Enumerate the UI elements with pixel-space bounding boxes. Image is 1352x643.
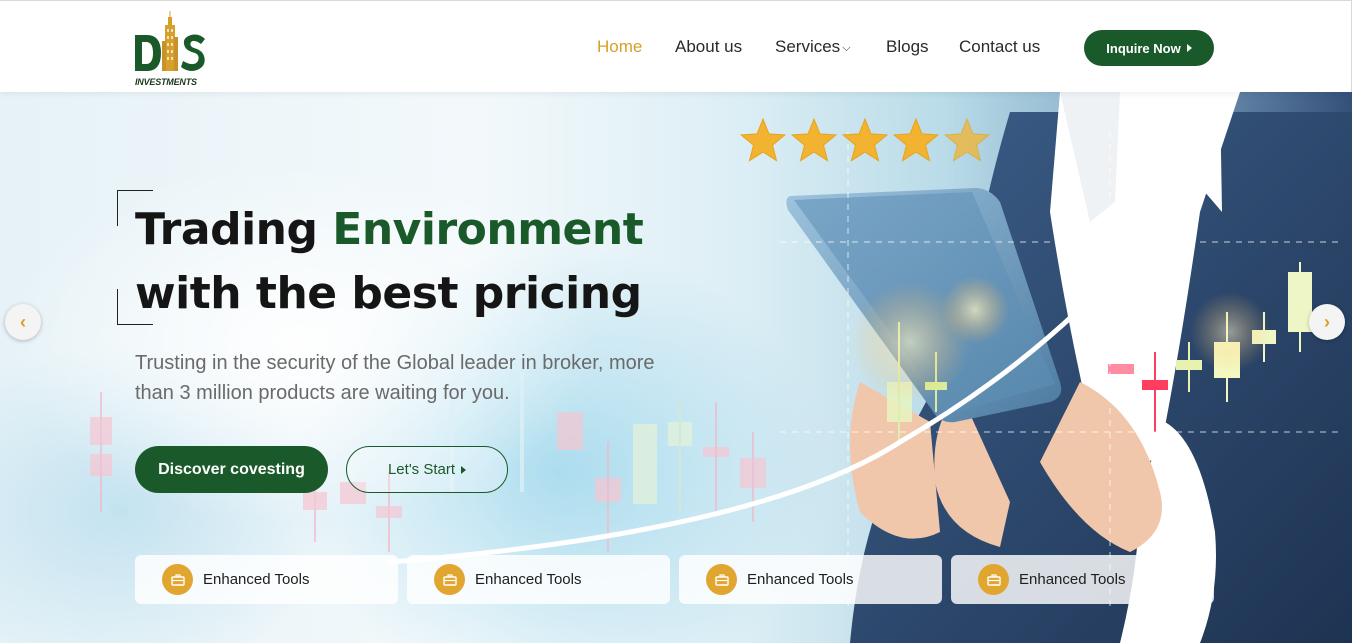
headline-part1: Trading xyxy=(135,204,333,255)
nav-services-label: Services xyxy=(775,37,841,56)
briefcase-icon xyxy=(706,564,737,595)
star-icon xyxy=(739,117,787,162)
nav-about-us[interactable]: About us xyxy=(675,37,742,57)
nav-home[interactable]: Home xyxy=(597,37,642,57)
star-icon xyxy=(892,117,940,162)
logo-wordmark: INVESTMENTS xyxy=(135,77,197,87)
rating-stars xyxy=(739,117,991,162)
headline-line2: with the best pricing xyxy=(135,268,642,319)
feature-card[interactable]: Enhanced Tools xyxy=(951,555,1214,604)
nav-contact-us[interactable]: Contact us xyxy=(959,37,1040,57)
site-header: INVESTMENTS Home About us Services ⌵ Blog… xyxy=(0,0,1352,92)
lets-start-button[interactable]: Let's Start xyxy=(346,446,508,493)
discover-covesting-button[interactable]: Discover covesting xyxy=(135,446,328,493)
hero-headline: Trading Environment with the best pricin… xyxy=(135,198,644,326)
star-icon xyxy=(943,117,991,162)
logo-mark xyxy=(135,11,205,71)
feature-label: Enhanced Tools xyxy=(475,571,582,588)
star-icon xyxy=(841,117,889,162)
feature-card[interactable]: Enhanced Tools xyxy=(679,555,942,604)
feature-label: Enhanced Tools xyxy=(203,571,310,588)
slider-next-button[interactable]: › xyxy=(1309,304,1345,340)
feature-card[interactable]: Enhanced Tools xyxy=(135,555,398,604)
caret-right-icon xyxy=(461,465,467,474)
feature-card[interactable]: Enhanced Tools xyxy=(407,555,670,604)
inquire-now-label: Inquire Now xyxy=(1106,40,1181,56)
feature-label: Enhanced Tools xyxy=(747,571,854,588)
nav-blogs[interactable]: Blogs xyxy=(886,37,929,57)
briefcase-icon xyxy=(434,564,465,595)
hero-subtext: Trusting in the security of the Global l… xyxy=(135,352,655,404)
chevron-down-icon: ⌵ xyxy=(842,42,851,54)
star-icon xyxy=(790,117,838,162)
hero-slider: Trading Environment with the best pricin… xyxy=(0,92,1352,643)
headline-highlight: Environment xyxy=(332,204,644,255)
slider-prev-button[interactable]: ‹ xyxy=(5,304,41,340)
caret-right-icon xyxy=(1186,44,1192,52)
nav-services[interactable]: Services ⌵ xyxy=(775,37,851,57)
chevron-left-icon: ‹ xyxy=(20,311,26,332)
inquire-now-button[interactable]: Inquire Now xyxy=(1084,30,1214,66)
briefcase-icon xyxy=(162,564,193,595)
dis-investments-logo[interactable]: INVESTMENTS xyxy=(133,11,209,89)
lets-start-label: Let's Start xyxy=(387,461,456,478)
feature-label: Enhanced Tools xyxy=(1019,571,1126,588)
chevron-right-icon: › xyxy=(1324,311,1330,332)
briefcase-icon xyxy=(978,564,1009,595)
